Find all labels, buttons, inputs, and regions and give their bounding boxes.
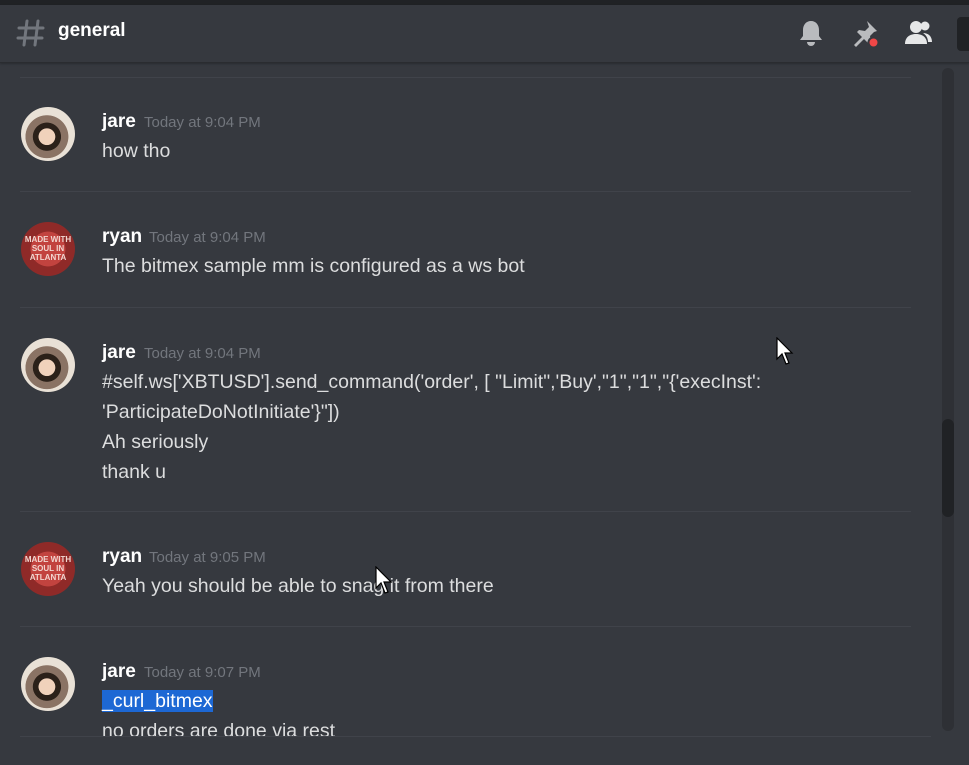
message-timestamp: Today at 9:07 PM	[144, 664, 261, 681]
avatar[interactable]: MADE WITH SOUL IN ATLANTA	[21, 542, 75, 596]
scrollbar-track[interactable]	[942, 68, 954, 731]
members-icon[interactable]	[903, 18, 933, 48]
selected-text[interactable]: _curl_bitmex	[102, 690, 213, 712]
message-author[interactable]: jare	[102, 661, 136, 683]
channel-header: general	[0, 5, 969, 63]
message-timestamp: Today at 9:04 PM	[144, 114, 261, 131]
message-timestamp: Today at 9:05 PM	[149, 549, 266, 566]
pin-icon[interactable]	[850, 18, 880, 48]
message-timestamp: Today at 9:04 PM	[149, 229, 266, 246]
message-text: thank u	[102, 461, 166, 483]
avatar[interactable]	[21, 107, 75, 161]
mouse-cursor-icon	[375, 566, 393, 594]
message-author[interactable]: jare	[102, 111, 136, 133]
message-timestamp: Today at 9:04 PM	[144, 345, 261, 362]
avatar[interactable]: MADE WITH SOUL IN ATLANTA	[21, 222, 75, 276]
message-author[interactable]: jare	[102, 342, 136, 364]
message-item: MADE WITH SOUL IN ATLANTA ryan Today at …	[0, 192, 930, 307]
message-text: Yeah you should be able to snag it from …	[102, 575, 494, 597]
message-item: MADE WITH SOUL IN ATLANTA ryan Today at …	[0, 512, 930, 626]
avatar-logo-text: MADE WITH SOUL IN ATLANTA	[24, 555, 72, 582]
message-text: how tho	[102, 140, 171, 162]
scrollbar-thumb[interactable]	[942, 419, 954, 517]
message-author[interactable]: ryan	[102, 226, 142, 248]
message-item: jare Today at 9:04 PM how tho	[0, 77, 930, 191]
composer-divider	[20, 736, 931, 737]
mouse-cursor-icon	[776, 337, 794, 365]
hash-icon	[16, 19, 45, 47]
message-text: 'ParticipateDoNotInitiate'}"])	[102, 401, 340, 423]
avatar[interactable]	[21, 657, 75, 711]
search-box-edge[interactable]	[957, 17, 969, 51]
message-text: no orders are done via rest	[102, 720, 336, 742]
avatar[interactable]	[21, 338, 75, 392]
message-text: #self.ws['XBTUSD'].send_command('order',…	[102, 371, 762, 393]
bell-icon[interactable]	[796, 18, 826, 48]
message-author[interactable]: ryan	[102, 546, 142, 568]
channel-name: general	[58, 20, 126, 41]
avatar-logo-text: MADE WITH SOUL IN ATLANTA	[24, 235, 72, 262]
message-text: The bitmex sample mm is configured as a …	[102, 255, 525, 277]
message-list: jare Today at 9:04 PM how tho MADE WITH …	[0, 63, 940, 765]
message-text: Ah seriously	[102, 431, 209, 453]
message-item: jare Today at 9:07 PM _curl_bitmex no or…	[0, 627, 930, 747]
